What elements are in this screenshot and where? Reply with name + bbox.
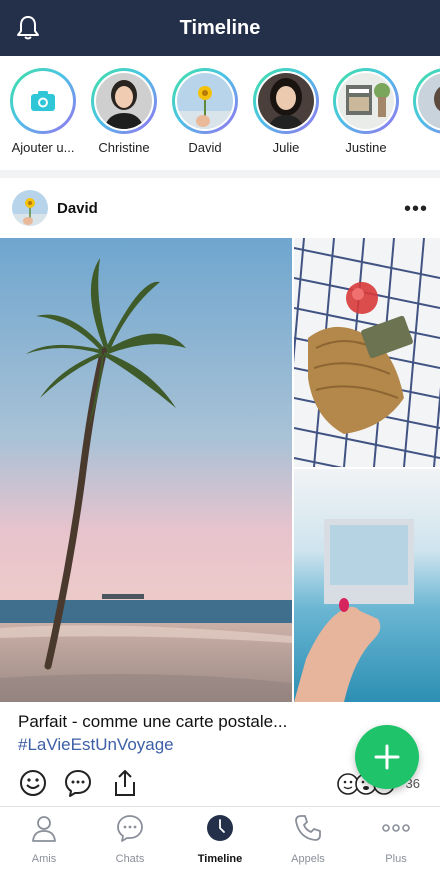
story-david[interactable]: David	[170, 68, 240, 155]
story-add[interactable]: Ajouter u...	[8, 68, 78, 155]
page-title: Timeline	[179, 17, 261, 39]
tab-label: Appels	[291, 853, 325, 865]
post-photo-picnic[interactable]	[294, 238, 440, 467]
story-name: Julie	[272, 140, 300, 155]
smiley-react-icon[interactable]	[18, 768, 48, 798]
plus-icon	[374, 744, 400, 770]
story-name: Christine	[98, 140, 150, 155]
post-header: David •••	[0, 178, 440, 238]
camera-icon	[31, 91, 55, 111]
stories-row: Ajouter u... Christine David Julie Justi…	[0, 56, 440, 166]
tab-appels[interactable]: Appels	[264, 813, 352, 865]
phone-icon	[295, 815, 321, 841]
tab-timeline[interactable]: Timeline	[176, 813, 264, 865]
story-name: Justine	[345, 140, 387, 155]
tab-plus[interactable]: Plus	[352, 813, 440, 865]
tab-amis[interactable]: Amis	[0, 813, 88, 865]
more-dots-icon	[382, 824, 410, 832]
clock-icon	[207, 815, 233, 841]
avatar	[418, 73, 440, 129]
story-name: Ajouter u...	[11, 140, 75, 155]
tab-label: Chats	[115, 853, 145, 865]
more-options-icon[interactable]: •••	[404, 198, 428, 221]
chat-bubble-icon	[117, 815, 143, 842]
top-bar: Timeline	[0, 0, 440, 56]
avatar	[338, 73, 394, 129]
post-hashtag[interactable]: #LaVieEstUnVoyage	[18, 735, 174, 755]
story-justine[interactable]: Justine	[331, 68, 401, 155]
avatar	[258, 73, 314, 129]
post-caption: Parfait - comme une carte postale...	[18, 712, 288, 731]
tab-chats[interactable]: Chats	[86, 813, 174, 865]
story-partial[interactable]: A	[411, 68, 440, 155]
story-name: A	[411, 140, 440, 155]
avatar	[177, 73, 233, 129]
story-julie[interactable]: Julie	[251, 68, 321, 155]
author-avatar[interactable]	[12, 190, 48, 226]
story-christine[interactable]: Christine	[89, 68, 159, 155]
section-divider	[0, 170, 440, 178]
tab-label: Plus	[385, 853, 407, 865]
add-post-button[interactable]	[355, 725, 419, 789]
person-icon	[32, 816, 56, 842]
post-photo-polaroid[interactable]	[294, 469, 440, 702]
story-name: David	[188, 140, 222, 155]
post-photo-palm-beach[interactable]	[0, 238, 292, 702]
bottom-tab-bar: Amis Chats Timeline Appels Plus	[0, 806, 440, 870]
comment-icon[interactable]	[63, 768, 93, 798]
post-author[interactable]: David	[57, 200, 98, 217]
tab-label: Amis	[31, 853, 57, 865]
tab-label: Timeline	[197, 853, 243, 865]
avatar	[96, 73, 152, 129]
share-icon[interactable]	[110, 768, 140, 798]
